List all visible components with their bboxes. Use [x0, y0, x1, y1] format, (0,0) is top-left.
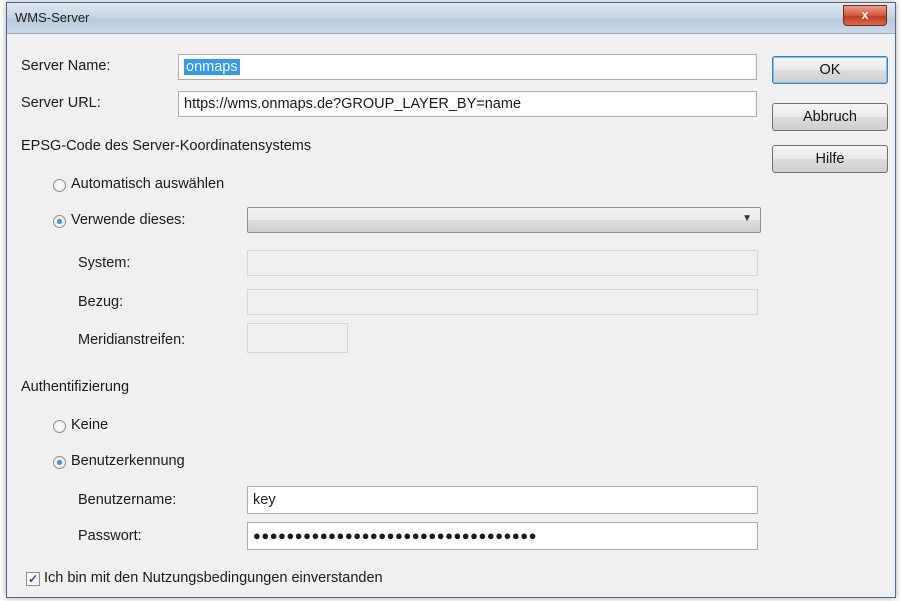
epsg-use-label[interactable]: Verwende dieses: — [71, 212, 185, 228]
server-url-label: Server URL: — [21, 95, 101, 111]
bezug-field — [247, 289, 758, 315]
dialog-body: Server Name: onmaps Server URL: https://… — [7, 34, 895, 597]
wms-server-dialog: WMS-Server x Server Name: onmaps Server … — [6, 2, 896, 598]
terms-label[interactable]: Ich bin mit den Nutzungsbedingungen einv… — [44, 570, 383, 586]
checkmark-icon: ✓ — [27, 572, 39, 586]
close-icon: x — [861, 7, 869, 22]
epsg-use-radio[interactable] — [53, 215, 66, 228]
password-value: ●●●●●●●●●●●●●●●●●●●●●●●●●●●●●●●●●● — [253, 528, 537, 543]
window-title: WMS-Server — [15, 10, 90, 25]
help-button[interactable]: Hilfe — [772, 145, 888, 173]
ok-button[interactable]: OK — [772, 56, 888, 84]
epsg-auto-radio[interactable] — [53, 179, 66, 192]
server-name-value: onmaps — [184, 59, 240, 75]
username-value: key — [253, 492, 276, 508]
close-button[interactable]: x — [843, 5, 887, 26]
password-input[interactable]: ●●●●●●●●●●●●●●●●●●●●●●●●●●●●●●●●●● — [247, 522, 758, 550]
username-input[interactable]: key — [247, 486, 758, 514]
server-url-value: https://wms.onmaps.de?GROUP_LAYER_BY=nam… — [184, 96, 522, 112]
auth-none-label[interactable]: Keine — [71, 417, 108, 433]
title-bar[interactable]: WMS-Server x — [7, 3, 895, 34]
cancel-button[interactable]: Abbruch — [772, 103, 888, 131]
epsg-auto-label[interactable]: Automatisch auswählen — [71, 176, 224, 192]
auth-user-label[interactable]: Benutzerkennung — [71, 453, 185, 469]
server-name-label: Server Name: — [21, 58, 111, 74]
password-label: Passwort: — [78, 528, 142, 544]
system-field — [247, 250, 758, 276]
epsg-section-label: EPSG-Code des Server-Koordinatensystems — [21, 138, 312, 154]
username-label: Benutzername: — [78, 492, 177, 508]
server-name-input[interactable]: onmaps — [178, 54, 757, 80]
meridian-field — [247, 323, 348, 353]
auth-none-radio[interactable] — [53, 420, 66, 433]
server-url-input[interactable]: https://wms.onmaps.de?GROUP_LAYER_BY=nam… — [178, 91, 757, 117]
bezug-label: Bezug: — [78, 294, 124, 310]
auth-user-radio[interactable] — [53, 456, 66, 469]
system-label: System: — [78, 255, 131, 271]
meridian-label: Meridianstreifen: — [78, 332, 186, 348]
chevron-down-icon: ▼ — [742, 213, 752, 224]
epsg-code-dropdown[interactable]: ▼ — [247, 207, 761, 233]
terms-checkbox[interactable]: ✓ — [26, 572, 40, 586]
auth-section-label: Authentifizierung — [21, 379, 130, 395]
